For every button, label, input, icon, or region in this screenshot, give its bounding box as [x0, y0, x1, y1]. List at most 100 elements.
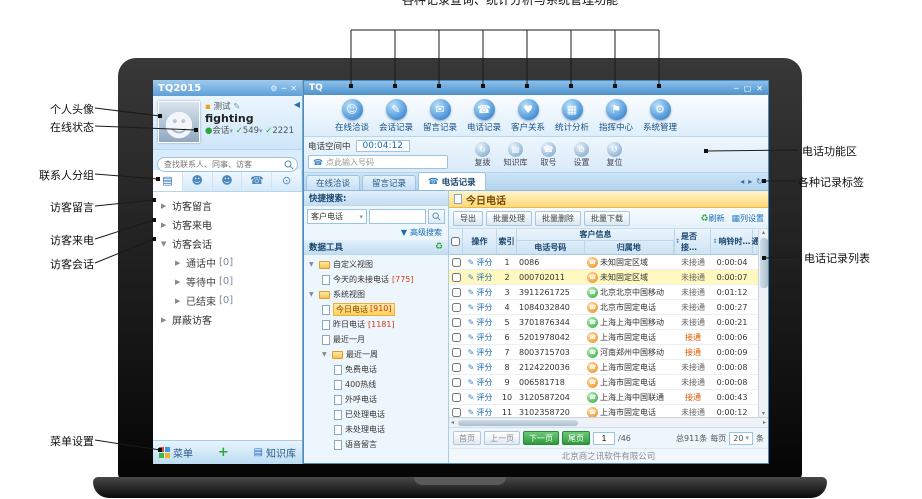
col-connected[interactable]: ↕是否接… — [675, 229, 711, 254]
back-icon[interactable]: ◂ — [740, 177, 744, 186]
table-row[interactable]: ✎评分 2 000702011 ☎未知固定区域 未接通 0:00:07 0 — [449, 270, 767, 285]
menu-button[interactable]: 菜单 — [173, 445, 193, 460]
edit-status-icon[interactable]: ✎ — [233, 102, 240, 112]
vertical-scrollbar[interactable]: ▴▾ — [758, 229, 768, 417]
table-row[interactable]: ✎评分 4 1084032840 ☎北京市固定电话 未接通 0:00:27 0 — [449, 300, 767, 315]
col-location[interactable]: 归属地 — [585, 241, 674, 254]
expand-icon[interactable]: ▶ — [175, 297, 186, 305]
tree-item-blocked[interactable]: ▶屏蔽访客 — [153, 310, 302, 329]
collapse-icon[interactable]: ▼ — [309, 291, 316, 298]
reset-button[interactable]: ↺复位 — [598, 140, 631, 169]
pickup-button[interactable]: ☎取号 — [532, 140, 565, 169]
toolbar-customer-relations[interactable]: ♥客户关系 — [506, 95, 550, 136]
tree-group-system-views[interactable]: ▼系统视图 — [304, 287, 448, 302]
tree-group-last-week[interactable]: ▼最近一周 — [304, 347, 448, 362]
row-checkbox[interactable] — [452, 363, 461, 372]
batch-download-button[interactable]: 批量下载 — [584, 211, 630, 226]
tab-contacts[interactable]: ☻ — [183, 170, 213, 191]
rate-link[interactable]: ✎评分 — [463, 285, 497, 299]
minimize-icon[interactable]: ─ — [734, 84, 739, 93]
next-page-button[interactable]: 下一页 — [523, 431, 559, 445]
collapse-icon[interactable]: ▼ — [161, 240, 172, 248]
tab-calls[interactable]: ☎ — [242, 170, 272, 191]
tab-online-chat[interactable]: 在线洽谈 — [306, 175, 360, 190]
tree-item-waiting[interactable]: ▶等待中[0] — [153, 272, 302, 291]
tree-view-item[interactable]: 外呼电话 — [304, 392, 448, 407]
advanced-search-link[interactable]: ▼高级搜索 — [304, 225, 448, 240]
batch-process-button[interactable]: 批量处理 — [486, 211, 532, 226]
search-input[interactable] — [157, 157, 298, 172]
close-icon[interactable]: ✕ — [756, 84, 763, 93]
col-action[interactable]: 操作 — [463, 229, 497, 254]
tree-view-item[interactable]: 语音留言 — [304, 437, 448, 452]
tree-item-ended[interactable]: ▶已结束[0] — [153, 291, 302, 310]
toolbar-call-records[interactable]: ☎电话记录 — [462, 95, 506, 136]
last-page-button[interactable]: 尾页 — [562, 431, 590, 445]
tab-sessions[interactable]: ▤ — [153, 170, 183, 191]
row-checkbox[interactable] — [452, 318, 461, 327]
count-b[interactable]: 2221 — [272, 126, 294, 136]
rate-link[interactable]: ✎评分 — [463, 390, 497, 404]
table-row[interactable]: ✎评分 1 0086 ☎未知固定区域 未接通 0:00:04 0 — [449, 255, 767, 270]
horizontal-scrollbar[interactable]: ◂▸ — [449, 417, 768, 427]
row-checkbox[interactable] — [452, 258, 461, 267]
row-checkbox[interactable] — [452, 348, 461, 357]
row-checkbox[interactable] — [452, 378, 461, 387]
rate-link[interactable]: ✎评分 — [463, 330, 497, 344]
rate-link[interactable]: ✎评分 — [463, 315, 497, 329]
scroll-down-icon[interactable]: ▾ — [762, 410, 765, 417]
dial-input[interactable]: ☎ 点此输入号码 — [308, 155, 448, 169]
toolbar-online-chat[interactable]: ☺在线洽谈 — [330, 95, 374, 136]
scrollbar-thumb[interactable] — [760, 238, 768, 288]
row-checkbox[interactable] — [452, 288, 461, 297]
rate-link[interactable]: ✎评分 — [463, 345, 497, 359]
tree-item-visitor-message[interactable]: ▶访客留言 — [153, 196, 302, 215]
expand-icon[interactable]: ▶ — [161, 221, 172, 229]
select-all-checkbox[interactable] — [451, 237, 460, 246]
refresh-icon[interactable]: ↻ — [756, 177, 763, 186]
tab-call-records[interactable]: ☎电话记录 — [418, 172, 486, 190]
table-row[interactable]: ✎评分 3 3911261725 ☎北京北京中国移动 未接通 0:01:12 0 — [449, 285, 767, 300]
chevron-down-icon[interactable]: ▾ — [229, 127, 233, 135]
scroll-left-icon[interactable]: ◂ — [451, 419, 454, 426]
rate-link[interactable]: ✎评分 — [463, 270, 497, 284]
collapse-icon[interactable]: ▼ — [309, 261, 316, 268]
row-checkbox[interactable] — [452, 393, 461, 402]
chevron-down-icon[interactable]: ▾ — [259, 127, 263, 135]
search-button[interactable] — [428, 209, 445, 224]
toolbar-command-center[interactable]: ⚑指挥中心 — [594, 95, 638, 136]
rate-link[interactable]: ✎评分 — [463, 255, 497, 269]
scrollbar-thumb[interactable] — [458, 420, 578, 426]
minimize-icon[interactable]: ─ — [281, 84, 286, 93]
row-checkbox[interactable] — [452, 333, 461, 342]
per-page-select[interactable]: 20▾ — [729, 432, 753, 445]
page-input[interactable] — [593, 432, 615, 445]
count-a[interactable]: 549 — [243, 126, 259, 136]
tree-item-visitor-session[interactable]: ▼访客会话 — [153, 234, 302, 253]
batch-delete-button[interactable]: 批量删除 — [535, 211, 581, 226]
tree-view-today-calls[interactable]: 今日电话[910] — [304, 302, 448, 317]
tree-item-visitor-call[interactable]: ▶访客来电 — [153, 215, 302, 234]
first-page-button[interactable]: 首页 — [453, 431, 481, 445]
prev-page-button[interactable]: 上一页 — [484, 431, 520, 445]
table-row[interactable]: ✎评分 5 3701876344 ☎上海上海中国移动 未接通 0:00:21 0 — [449, 315, 767, 330]
tree-view-missed-today[interactable]: 今天的未接电话[775] — [304, 272, 448, 287]
row-checkbox[interactable] — [452, 273, 461, 282]
row-checkbox[interactable] — [452, 303, 461, 312]
rate-link[interactable]: ✎评分 — [463, 360, 497, 374]
scroll-right-icon[interactable]: ▸ — [763, 419, 766, 426]
table-row[interactable]: ✎评分 6 5201978042 ☎上海市固定电话 接通 0:00:06 0 — [449, 330, 767, 345]
knowledge-button[interactable]: ▤知识库 — [499, 140, 532, 169]
column-settings-button[interactable]: ▦列设置 — [731, 213, 764, 224]
search-icon[interactable] — [284, 155, 294, 174]
rate-link[interactable]: ✎评分 — [463, 300, 497, 314]
status-text[interactable]: 测试 — [213, 102, 230, 112]
table-row[interactable]: ✎评分 7 8003715703 ☎河南郑州中国移动 接通 0:00:09 0 — [449, 345, 767, 360]
expand-icon[interactable]: ▶ — [161, 316, 172, 324]
col-phone[interactable]: 电话号码 — [517, 241, 585, 254]
table-row[interactable]: ✎评分 11 3102358720 ☎上海市固定电话 未接通 0:00:12 0 — [449, 405, 767, 417]
knowledge-base-button[interactable]: ▤知识库 — [254, 445, 296, 460]
quick-search-input[interactable] — [369, 209, 426, 224]
collapse-panel-icon[interactable]: ◀ — [294, 100, 300, 109]
table-row[interactable]: ✎评分 9 006581718 ☎上海市固定电话 未接通 0:00:08 0 — [449, 375, 767, 390]
